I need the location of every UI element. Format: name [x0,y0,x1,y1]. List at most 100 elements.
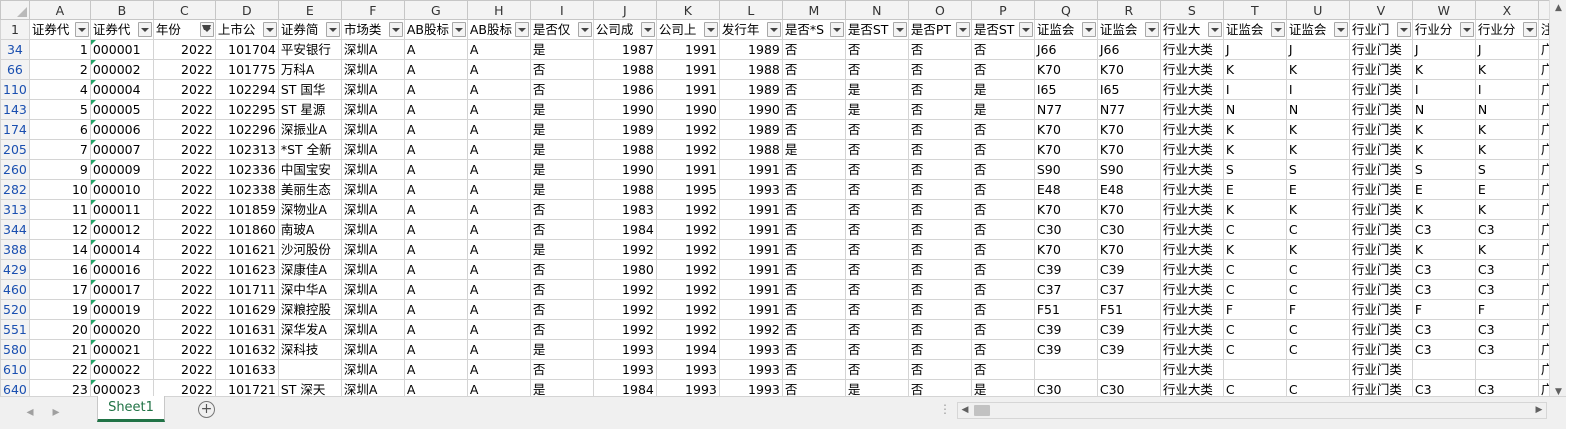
grid-cell[interactable]: 1989 [718,79,783,100]
grid-cell[interactable]: 000012 [89,219,154,240]
grid-cell[interactable]: 101629 [214,299,279,320]
grid-cell[interactable] [1411,359,1476,380]
header-cell[interactable]: 行业分 [1474,19,1539,40]
column-header-F[interactable]: F [340,0,405,20]
grid-cell[interactable]: 是 [844,79,909,100]
grid-cell[interactable]: N77 [1033,99,1098,120]
grid-cell[interactable]: 1992 [592,239,657,260]
column-header-K[interactable]: K [655,0,720,20]
grid-cell[interactable]: 2022 [152,179,216,200]
grid-cell[interactable]: A [403,219,468,240]
grid-cell[interactable]: C3 [1474,339,1539,360]
filter-dropdown-icon[interactable] [703,22,718,37]
grid-cell[interactable]: 2022 [152,99,216,120]
grid-cell[interactable]: 行业门类 [1348,59,1413,80]
grid-cell[interactable]: 否 [844,139,909,160]
header-cell[interactable]: 证监会 [1033,19,1098,40]
grid-cell[interactable]: A [466,239,531,260]
grid-cell[interactable]: 行业大类 [1159,79,1224,100]
grid-cell[interactable]: 1992 [592,279,657,300]
grid-cell[interactable]: 10 [28,179,91,200]
grid-cell[interactable]: A [403,239,468,260]
grid-cell[interactable]: A [466,359,531,380]
grid-cell[interactable]: 1990 [655,99,720,120]
grid-cell[interactable]: 否 [529,199,594,220]
column-header-N[interactable]: N [844,0,909,20]
grid-cell[interactable]: 行业门类 [1348,239,1413,260]
horizontal-scroll-thumb[interactable] [974,405,990,416]
grid-cell[interactable]: 2022 [152,199,216,220]
grid-cell[interactable]: I [1285,79,1350,100]
grid-cell[interactable]: 1993 [592,359,657,380]
grid-cell[interactable]: *ST 全新 [277,139,342,160]
grid-cell[interactable]: E [1411,179,1476,200]
grid-cell[interactable]: 行业大类 [1159,279,1224,300]
header-cell[interactable]: 是否PT [907,19,972,40]
grid-cell[interactable]: 否 [907,279,972,300]
grid-cell[interactable]: 1992 [655,119,720,140]
grid-cell[interactable]: 否 [781,219,846,240]
grid-cell[interactable]: 102296 [214,119,279,140]
grid-cell[interactable]: 行业门类 [1348,339,1413,360]
tab-split-handle-icon[interactable]: ⋮ [939,400,951,418]
grid-cell[interactable]: 深华发A [277,319,342,340]
grid-cell[interactable]: I [1411,79,1476,100]
grid-cell[interactable]: 否 [844,339,909,360]
grid-cell[interactable]: 行业大类 [1159,39,1224,60]
grid-cell[interactable]: 深圳A [340,139,405,160]
grid-cell[interactable]: 是 [529,39,594,60]
grid-cell[interactable]: 否 [970,259,1035,280]
grid-cell[interactable]: 1991 [718,199,783,220]
grid-cell[interactable]: C [1222,279,1287,300]
column-header-S[interactable]: S [1159,0,1224,20]
header-cell[interactable]: 证券代 [28,19,91,40]
grid-cell[interactable]: K70 [1033,119,1098,140]
grid-cell[interactable]: 101633 [214,359,279,380]
grid-cell[interactable]: 行业门类 [1348,199,1413,220]
grid-cell[interactable]: 否 [529,79,594,100]
grid-cell[interactable]: 6 [28,119,91,140]
grid-cell[interactable]: 2022 [152,319,216,340]
grid-cell[interactable]: E [1474,179,1539,200]
grid-cell[interactable]: A [466,99,531,120]
vertical-scrollbar[interactable]: ▲ ▼ [1549,0,1566,400]
grid-cell[interactable]: 行业大类 [1159,359,1224,380]
grid-cell[interactable]: K [1285,199,1350,220]
grid-cell[interactable]: 否 [970,179,1035,200]
grid-cell[interactable]: A [403,199,468,220]
header-cell[interactable]: 是否仅 [529,19,594,40]
grid-cell[interactable]: 2022 [152,79,216,100]
grid-cell[interactable]: A [403,139,468,160]
grid-cell[interactable]: A [403,119,468,140]
grid-cell[interactable]: K70 [1033,59,1098,80]
header-cell[interactable]: 年份 [152,19,216,40]
grid-cell[interactable]: A [403,359,468,380]
grid-cell[interactable]: 沙河股份 [277,239,342,260]
grid-cell[interactable]: A [466,59,531,80]
grid-cell[interactable]: I65 [1096,79,1161,100]
grid-cell[interactable]: K [1474,199,1539,220]
grid-cell[interactable]: 2022 [152,39,216,60]
grid-cell[interactable]: 否 [970,59,1035,80]
grid-cell[interactable]: 行业大类 [1159,219,1224,240]
grid-cell[interactable]: 1991 [718,279,783,300]
grid-cell[interactable]: 101704 [214,39,279,60]
grid-cell[interactable]: 1995 [655,179,720,200]
grid-cell[interactable]: 否 [844,159,909,180]
horizontal-scrollbar[interactable]: ◀ ▶ [957,402,1547,419]
grid-cell[interactable]: 21 [28,339,91,360]
grid-cell[interactable]: K70 [1033,239,1098,260]
grid-cell[interactable]: J66 [1033,39,1098,60]
grid-cell[interactable]: 2022 [152,239,216,260]
active-filter-dropdown-icon[interactable] [199,22,214,37]
grid-cell[interactable]: 2022 [152,219,216,240]
grid-cell[interactable]: 行业门类 [1348,39,1413,60]
grid-cell[interactable]: 深圳A [340,359,405,380]
grid-cell[interactable]: 否 [844,319,909,340]
grid-cell[interactable]: 否 [970,119,1035,140]
grid-cell[interactable]: K70 [1096,139,1161,160]
column-header-T[interactable]: T [1222,0,1287,20]
grid-cell[interactable]: 否 [781,179,846,200]
grid-cell[interactable]: 深圳A [340,299,405,320]
grid-cell[interactable]: 1991 [718,219,783,240]
